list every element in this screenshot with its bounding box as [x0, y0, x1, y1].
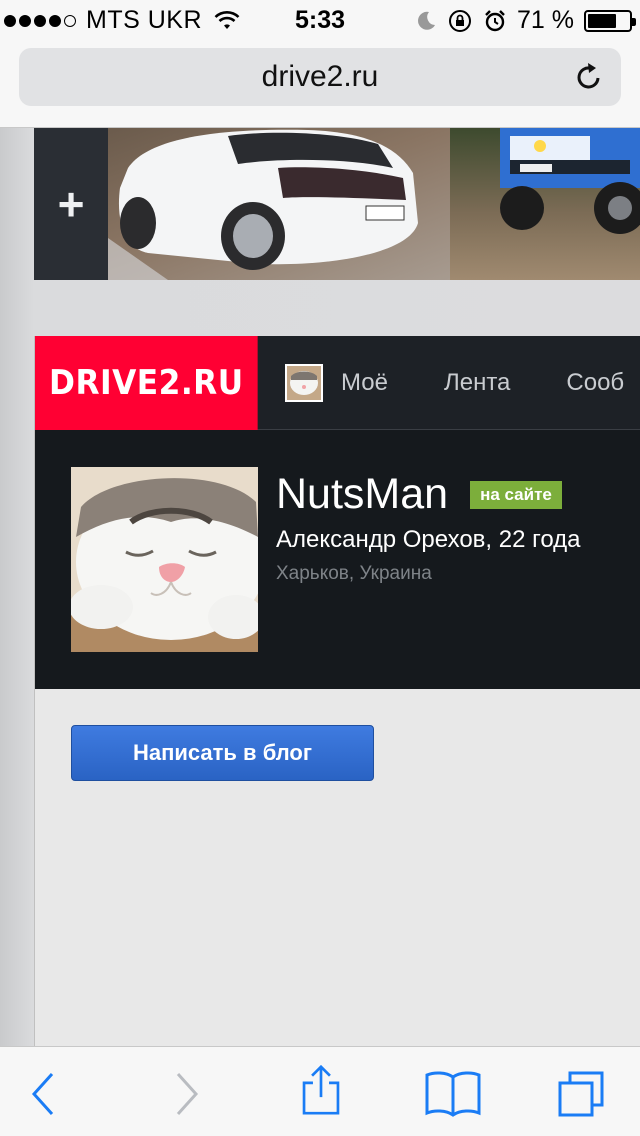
alarm-clock-icon [485, 9, 505, 31]
car-photo-blue-suv[interactable] [450, 128, 640, 280]
rotation-lock-icon [449, 9, 472, 32]
profile-location: Харьков, Украина [276, 563, 432, 584]
nav-avatar[interactable] [285, 364, 323, 402]
add-photo-button[interactable]: + [34, 128, 108, 280]
battery-icon [584, 9, 636, 32]
bookmarks-icon[interactable] [424, 1069, 482, 1119]
drive2-logo[interactable]: DRIVE2.RU [35, 336, 258, 430]
profile-username: NutsMan [276, 470, 449, 518]
browser-chrome: drive2.ru [0, 40, 640, 128]
battery-percent: 71 % [517, 6, 574, 34]
profile-avatar[interactable] [71, 467, 258, 652]
write-blog-button[interactable]: Написать в блог [71, 725, 374, 781]
back-icon[interactable] [20, 1069, 70, 1119]
nav-item-communities[interactable]: Сооб [566, 369, 624, 397]
profile-name-row: NutsMan на сайте [276, 470, 562, 519]
nav-item-feed[interactable]: Лента [444, 369, 510, 397]
page-content: + DRIVE2.RU Моё Лента Сооб NutsMan на са… [0, 128, 640, 1046]
online-status-badge: на сайте [470, 480, 562, 509]
drive2-site: DRIVE2.RU Моё Лента Сооб NutsMan на сайт… [34, 336, 640, 1046]
battery-fill [588, 13, 617, 28]
site-nav: DRIVE2.RU Моё Лента Сооб [35, 336, 640, 430]
status-bar: MTS UKR 5:33 71 % [0, 0, 640, 40]
car-gallery: + [34, 128, 640, 280]
browser-toolbar [0, 1046, 640, 1136]
do-not-disturb-moon-icon [418, 11, 436, 30]
status-bar-right: 71 % [415, 6, 636, 35]
profile-full-name: Александр Орехов, 22 года [276, 526, 581, 553]
tabs-icon[interactable] [556, 1069, 606, 1119]
nav-item-mine[interactable]: Моё [341, 369, 388, 397]
address-bar[interactable]: drive2.ru [19, 48, 621, 106]
forward-icon[interactable] [160, 1069, 210, 1119]
reload-icon[interactable] [573, 61, 605, 93]
car-photo-white-hatchback[interactable] [108, 128, 450, 280]
nav-items: Моё Лента Сооб [285, 336, 640, 430]
share-icon[interactable] [296, 1065, 346, 1115]
url-text: drive2.ru [261, 60, 379, 93]
profile-header: NutsMan на сайте Александр Орехов, 22 го… [35, 430, 640, 689]
